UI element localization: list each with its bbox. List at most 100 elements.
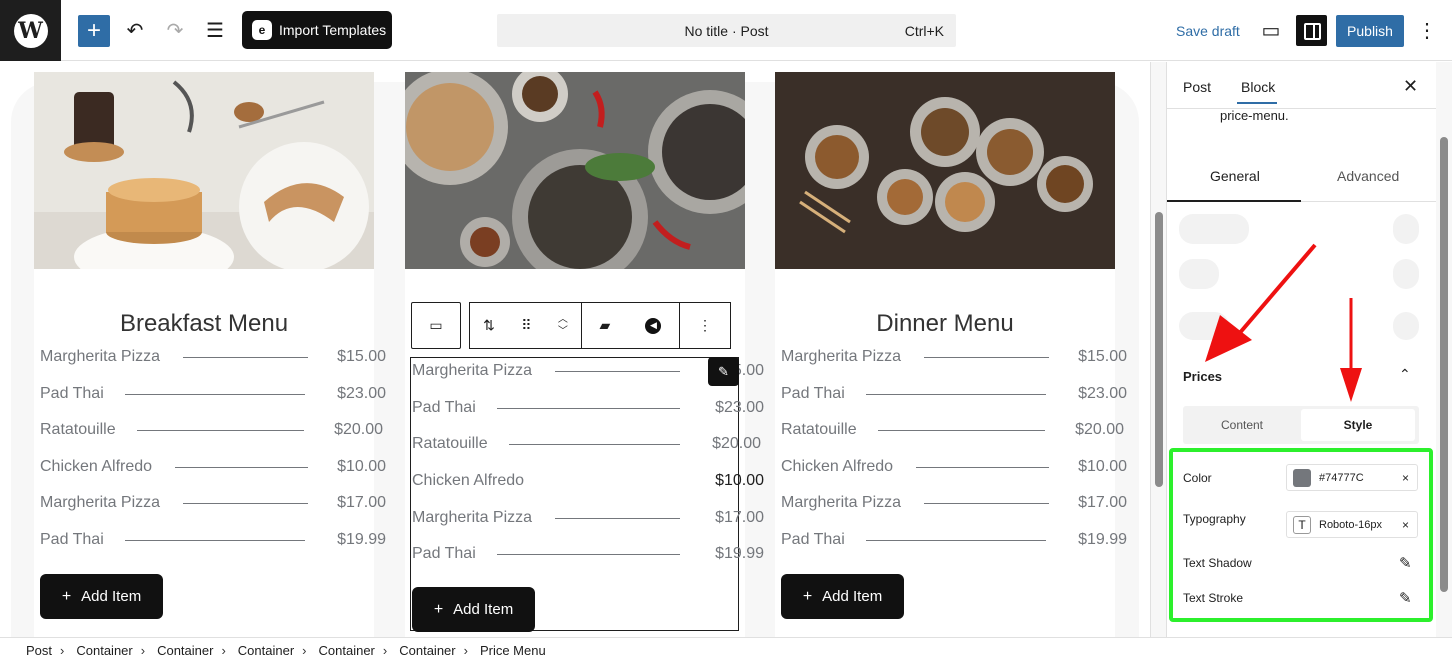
menu-card-breakfast[interactable]: Breakfast Menu Margherita Pizza $15.00 Pa… — [34, 72, 386, 637]
item-price: $15.00 — [337, 348, 386, 365]
breakfast-photo — [34, 72, 374, 269]
add-item-button[interactable]: + Add Item — [781, 574, 904, 619]
annotation-arrows — [1205, 243, 1362, 402]
highlight-box — [1169, 448, 1433, 622]
navigation-icon[interactable]: ◀ — [645, 317, 662, 334]
block-options-button[interactable]: ⋮ — [679, 302, 731, 349]
dinner-dishes-photo — [405, 72, 745, 269]
shortcut-hint: Ctrl+K — [904, 23, 944, 39]
menu-item: Margherita Pizza $15.00 — [781, 348, 1127, 368]
close-panel-icon[interactable]: ✕ — [1403, 76, 1418, 97]
menu-item: Pad Thai $23.00 — [412, 399, 764, 419]
chevron-up-icon[interactable]: ⌃ — [1399, 366, 1411, 383]
editor-top-bar: W + ↶ ↷ ☰ e Import Templates No title · … — [0, 0, 1452, 61]
move-arrows[interactable]: ︿ ﹀ — [558, 314, 568, 338]
card-title: Breakfast Menu — [119, 310, 289, 337]
tab-general[interactable]: General — [1210, 168, 1260, 184]
document-title: No title · Post — [684, 23, 769, 39]
menu-item: Margherita Pizza $17.00 — [412, 509, 764, 529]
item-divider — [866, 540, 1046, 541]
move-down-icon[interactable]: ﹀ — [558, 326, 568, 338]
tab-content[interactable]: Content — [1183, 418, 1301, 432]
move-up-icon[interactable]: ︿ — [558, 314, 568, 326]
breadcrumb-item[interactable]: Container — [399, 643, 455, 658]
import-templates-label: Import Templates — [279, 22, 387, 38]
panel-scrollbar[interactable] — [1436, 62, 1452, 637]
item-divider — [924, 503, 1049, 504]
item-divider — [183, 503, 308, 504]
active-tab-indicator — [1237, 102, 1277, 104]
block-icon: ▭ — [429, 317, 443, 333]
item-divider — [509, 444, 680, 445]
item-divider — [866, 394, 1046, 395]
collapsed-section-toggle[interactable] — [1393, 214, 1419, 244]
menu-item: Ratatouille $20.00 — [781, 421, 1124, 441]
settings-sidebar-toggle[interactable] — [1296, 15, 1327, 46]
breadcrumb-item[interactable]: Post — [26, 643, 52, 658]
item-name: Margherita Pizza — [412, 509, 533, 526]
item-price: $23.00 — [1078, 385, 1127, 402]
item-price: $20.00 — [1075, 421, 1124, 438]
item-divider — [137, 430, 304, 431]
device-preview-icon[interactable]: ▭ — [1259, 14, 1283, 47]
general-tab-indicator — [1167, 200, 1301, 202]
command-palette-bar[interactable]: No title · Post Ctrl+K — [497, 14, 956, 47]
breadcrumb: Post › Container › Container › Container › C… — [0, 637, 1452, 663]
breadcrumb-item[interactable]: Container — [76, 643, 132, 658]
edit-block-pencil-icon[interactable]: ✎ — [708, 357, 739, 386]
block-inserter-button[interactable]: + — [78, 15, 110, 47]
collapsed-section-toggle[interactable] — [1393, 312, 1419, 340]
scrollbar-thumb[interactable] — [1440, 137, 1448, 592]
menu-item: Chicken Alfredo $10.00 — [412, 472, 764, 492]
add-item-button[interactable]: + Add Item — [40, 574, 163, 619]
redo-icon[interactable]: ↷ — [164, 14, 186, 47]
collapsed-section-toggle[interactable] — [1393, 259, 1419, 289]
breadcrumb-item[interactable]: Container — [238, 643, 294, 658]
item-price: $15.00 — [1078, 348, 1127, 365]
item-name: Margherita Pizza — [412, 362, 533, 379]
dinner-bowls-photo — [775, 72, 1115, 269]
tab-style[interactable]: Style — [1301, 409, 1415, 441]
item-name: Chicken Alfredo — [781, 458, 894, 475]
card-title: Dinner Menu — [876, 310, 1014, 337]
import-templates-button[interactable]: e Import Templates — [242, 11, 392, 49]
menu-item: Ratatouille $20.00 — [40, 421, 383, 441]
breadcrumb-current: Price Menu — [479, 643, 546, 658]
item-name: Margherita Pizza — [781, 348, 902, 365]
item-divider — [125, 540, 305, 541]
wordpress-logo[interactable]: W — [0, 0, 61, 61]
comment-icon[interactable]: ▰ — [600, 317, 611, 334]
item-price: $10.00 — [1078, 458, 1127, 475]
canvas-scrollbar[interactable] — [1150, 62, 1166, 637]
selected-price-menu-block[interactable]: Margherita Pizza $15.00 Pad Thai $23.00 Ra… — [410, 357, 764, 632]
document-overview-icon[interactable]: ☰ — [204, 14, 226, 47]
scrollbar-thumb[interactable] — [1155, 212, 1163, 487]
undo-icon[interactable]: ↶ — [124, 14, 146, 47]
menu-item: Margherita Pizza $17.00 — [40, 494, 386, 514]
block-toolbar: ▭ ⇅ ⠿ ︿ ﹀ ▰ ◀ ⋮ — [411, 302, 731, 349]
item-divider — [183, 357, 308, 358]
item-name: Chicken Alfredo — [40, 458, 153, 475]
tab-block[interactable]: Block — [1241, 79, 1275, 95]
breadcrumb-item[interactable]: Container — [157, 643, 213, 658]
add-item-label: Add Item — [453, 601, 514, 618]
tab-post[interactable]: Post — [1183, 79, 1211, 95]
select-parent-icon[interactable]: ⇅ — [483, 317, 495, 334]
item-price: $10.00 — [715, 472, 764, 489]
tab-advanced[interactable]: Advanced — [1337, 168, 1399, 184]
drag-handle-icon[interactable]: ⠿ — [521, 317, 531, 334]
block-type-button[interactable]: ▭ — [411, 302, 461, 349]
item-price: $17.00 — [1078, 494, 1127, 511]
breadcrumb-item[interactable]: Container — [319, 643, 375, 658]
chevron-right-icon: › — [60, 643, 65, 658]
menu-item: Margherita Pizza $15.00 — [40, 348, 386, 368]
block-move-group: ⇅ ⠿ ︿ ﹀ — [469, 302, 581, 349]
options-menu-icon[interactable]: ⋮ — [1417, 14, 1437, 47]
arrowhead-to-style — [1340, 368, 1362, 402]
item-divider — [555, 518, 680, 519]
menu-card-dinner[interactable]: Dinner Menu Margherita Pizza $15.00 Pad T… — [775, 72, 1127, 637]
menu-item: Pad Thai $19.99 — [781, 531, 1127, 551]
add-item-button[interactable]: + Add Item — [412, 587, 535, 632]
publish-button[interactable]: Publish — [1336, 15, 1404, 47]
save-draft-button[interactable]: Save draft — [1176, 23, 1240, 39]
